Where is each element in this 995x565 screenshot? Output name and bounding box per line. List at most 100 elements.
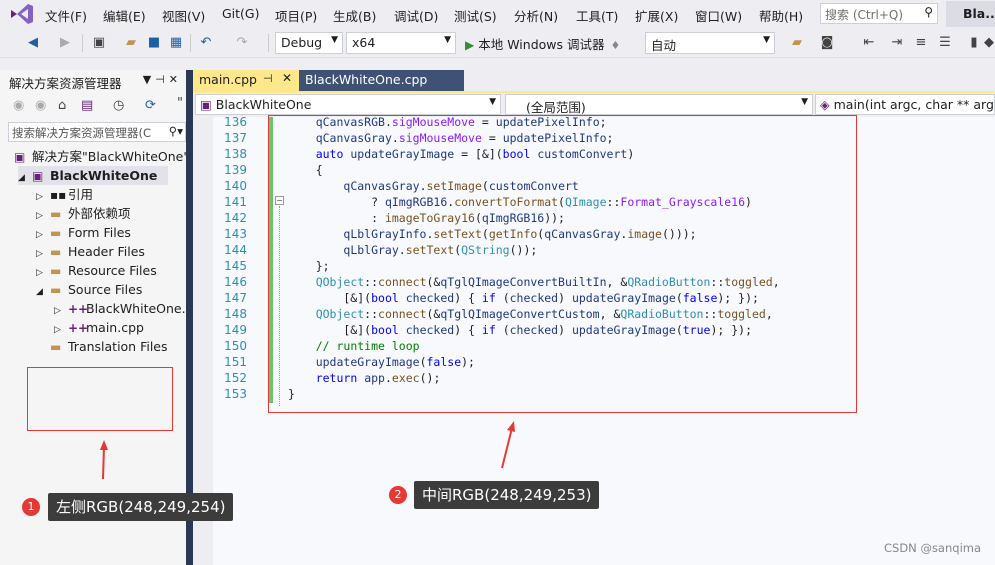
menu-debug[interactable]: 调试(D) (394, 6, 438, 25)
tree-item-label: Source Files (68, 282, 143, 297)
close-icon[interactable]: ✕ (169, 73, 182, 86)
project-value: BlackWhiteOne (215, 97, 312, 112)
switch-views-icon[interactable]: ▤ (81, 96, 93, 116)
menu-project[interactable]: 项目(P) (275, 6, 317, 25)
project-icon: ▣ (32, 169, 44, 183)
menu-tools[interactable]: 工具(T) (576, 6, 618, 25)
configuration-value: Debug (281, 35, 323, 50)
tree-item-resource-files[interactable]: ▷ ▬ Resource Files (36, 261, 157, 280)
outdent-icon[interactable]: ⇥ (888, 33, 906, 53)
redo-icon[interactable]: ↷ (232, 33, 252, 53)
pending-changes-icon[interactable]: ◷ (113, 96, 124, 116)
open-folder-icon[interactable]: ▰ (122, 33, 140, 53)
tree-item-label: 引用 (68, 187, 94, 202)
scope-dropdown[interactable]: (全局范围) ▼ (505, 94, 813, 115)
annotation-number-badge: 1 (22, 498, 40, 516)
solution-explorer-header: 解决方案资源管理器 ▼⊣✕ (5, 70, 186, 92)
watermark: CSDN @sanqima (884, 541, 982, 555)
folder-icon: ▬ (50, 226, 62, 240)
tree-item-label: BlackWhiteOne (50, 168, 158, 183)
solution-search-placeholder: 搜索解决方案资源管理器(C (12, 126, 152, 140)
save-all-icon[interactable]: ▦ (167, 33, 185, 53)
pin-icon[interactable]: ⊣ (263, 72, 273, 85)
auto-dropdown[interactable]: 自动 ▼ (645, 32, 775, 54)
collapsed-icon: ▷ (54, 306, 61, 316)
menu-test[interactable]: 测试(S) (454, 6, 497, 25)
uncomment-icon[interactable]: ☰ (936, 33, 954, 53)
flame-icon: ♦ (610, 39, 621, 52)
visual-studio-logo-icon[interactable] (9, 3, 35, 25)
back-icon[interactable]: ◉ (13, 96, 24, 116)
undo-icon[interactable]: ↶ (196, 33, 216, 53)
search-input[interactable]: 搜索 (Ctrl+Q) ⚲ (820, 3, 938, 24)
menu-bar: 文件(F) 编辑(E) 视图(V) Git(G) 项目(P) 生成(B) 调试(… (0, 0, 995, 28)
tree-item-header-files[interactable]: ▷ ▬ Header Files (36, 242, 145, 261)
forward-icon[interactable]: ◉ (35, 96, 46, 116)
home-icon[interactable]: ⌂ (58, 96, 66, 116)
tab-main-cpp[interactable]: main.cpp ⊣ ✕ (193, 70, 299, 91)
search-icon: ⚲ (924, 5, 933, 19)
solution-icon: ▣ (14, 150, 26, 164)
solution-search-input[interactable]: 搜索解决方案资源管理器(C ⚲▾ (8, 122, 186, 142)
platform-value: x64 (352, 35, 376, 50)
document-tabs: main.cpp ⊣ ✕ BlackWhiteOne.cpp (193, 70, 995, 91)
folder-icon: ▬ (50, 245, 62, 259)
function-dropdown[interactable]: ◈ main(int argc, char ** argv) (815, 94, 995, 115)
cpp-file-icon: ++ (68, 302, 89, 316)
indent-icon[interactable]: ⇤ (860, 33, 878, 53)
menu-edit[interactable]: 编辑(E) (103, 6, 146, 25)
menu-window[interactable]: 窗口(W) (695, 6, 742, 25)
close-icon[interactable]: ✕ (282, 71, 292, 85)
tree-item-form-files[interactable]: ▷ ▬ Form Files (36, 223, 131, 242)
menu-build[interactable]: 生成(B) (333, 6, 376, 25)
camera-icon[interactable]: ◙ (818, 33, 836, 53)
bookmark-icon[interactable]: ▮ (965, 33, 983, 53)
menu-analyze[interactable]: 分析(N) (514, 6, 558, 25)
pin-icon[interactable]: ⊣ (155, 73, 169, 86)
solution-explorer-panel: 解决方案资源管理器 ▼⊣✕ ◉ ◉ ⌂ ▤ ◷ ⟳ " 搜索解决方案资源管理器(… (0, 70, 189, 565)
bookmark-prev-icon[interactable]: ◆ (982, 33, 995, 53)
tree-item-references[interactable]: ▷ ▪▪ 引用 (36, 185, 93, 204)
project-dropdown[interactable]: ▣ BlackWhiteOne ▼ (195, 94, 501, 115)
tree-item-label: Translation Files (68, 339, 168, 354)
tab-blackwhiteone-cpp[interactable]: BlackWhiteOne.cpp (299, 70, 464, 91)
tree-item-external-deps[interactable]: ▷ ▬ 外部依赖项 (36, 204, 131, 223)
play-icon: ▶ (465, 38, 475, 52)
tree-item-label: 外部依赖项 (68, 206, 131, 221)
tree-item-translation-files[interactable]: ▬ Translation Files (50, 337, 168, 356)
more-icon[interactable]: " (177, 94, 183, 114)
tree-item-source-files[interactable]: ◢ ▬ Source Files (36, 280, 142, 299)
menu-file[interactable]: 文件(F) (45, 6, 87, 25)
left-region-highlight-box (27, 367, 173, 431)
folder-icon[interactable]: ▰ (788, 33, 806, 53)
tree-item-project[interactable]: ◢ ▣ BlackWhiteOne (18, 166, 168, 185)
menu-git[interactable]: Git(G) (222, 6, 260, 21)
panel-splitter[interactable] (186, 70, 193, 565)
project-icon: ▣ (200, 97, 212, 112)
solution-explorer-title: 解决方案资源管理器 (9, 76, 122, 91)
auto-value: 自动 (651, 38, 677, 53)
folder-icon: ▬ (50, 264, 62, 278)
cpp-file-icon: ++ (68, 321, 89, 335)
menu-view[interactable]: 视图(V) (162, 6, 205, 25)
external-deps-icon: ▬ (50, 207, 62, 221)
menu-extensions[interactable]: 扩展(X) (635, 6, 678, 25)
save-icon[interactable]: ■ (145, 33, 163, 53)
back-icon[interactable]: ◀ (24, 33, 42, 53)
window-title: Bla... (946, 1, 995, 27)
expanded-icon: ◢ (36, 287, 43, 297)
tree-item-blackwhiteone-cpp[interactable]: ▷ ++BlackWhiteOne. (54, 299, 186, 318)
folder-icon: ▬ (50, 283, 62, 297)
start-debugging-button[interactable]: ▶ 本地 Windows 调试器 ♦ (465, 34, 620, 53)
platform-dropdown[interactable]: x64 ▼ (346, 32, 456, 54)
new-project-icon[interactable]: ▣ (90, 33, 108, 53)
configuration-dropdown[interactable]: Debug ▼ (275, 32, 343, 54)
dropdown-icon[interactable]: ▼ (143, 73, 155, 86)
forward-icon[interactable]: ▶ (56, 33, 74, 53)
refresh-icon[interactable]: ⟳ (145, 96, 156, 116)
tree-item-solution[interactable]: ▣ 解决方案"BlackWhiteOne" (14, 147, 189, 166)
menu-help[interactable]: 帮助(H) (759, 6, 803, 25)
search-icon: ⚲▾ (166, 124, 183, 138)
tree-item-main-cpp[interactable]: ▷ ++main.cpp (54, 318, 144, 337)
comment-icon[interactable]: ≡ (912, 33, 930, 53)
